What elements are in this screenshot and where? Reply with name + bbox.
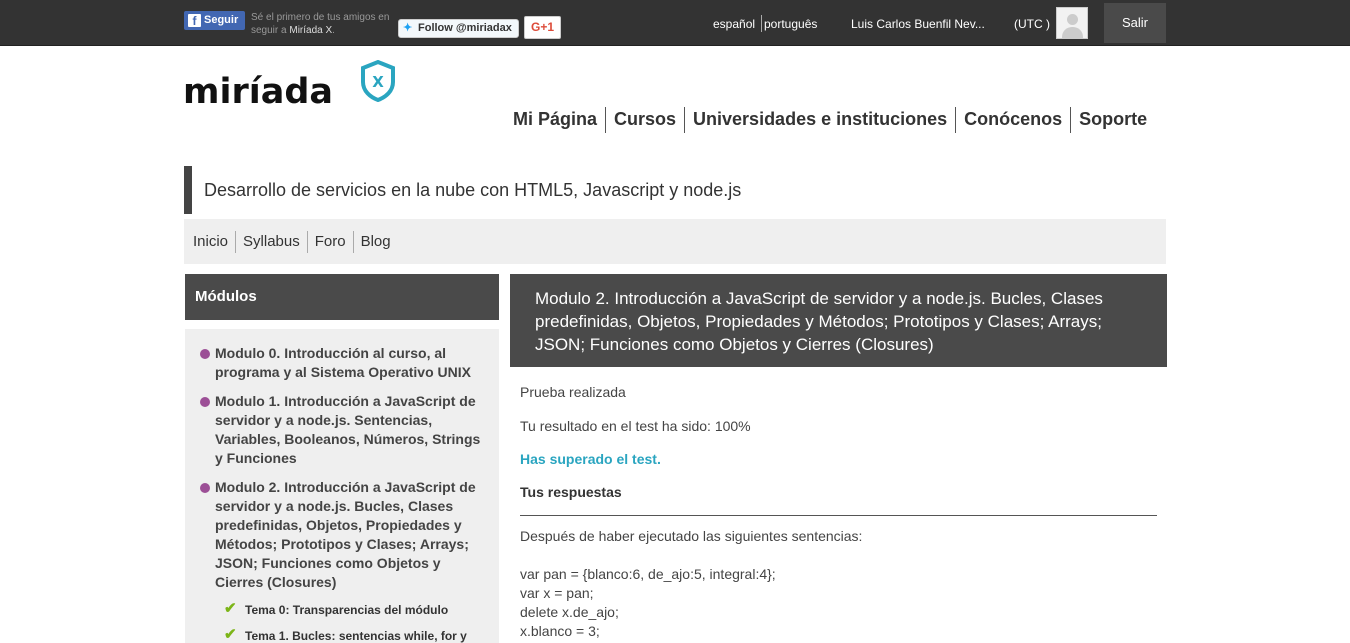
timezone-label: (UTC ) (1014, 17, 1050, 31)
language-portuguese-link[interactable]: português (764, 17, 817, 31)
nav-cursos[interactable]: Cursos (605, 107, 684, 133)
tab-foro[interactable]: Foro (306, 230, 353, 253)
tab-blog[interactable]: Blog (352, 230, 398, 253)
code-line: var pan = {blanco:6, de_ajo:5, integral:… (520, 566, 776, 582)
code-line: delete x.de_ajo; (520, 604, 619, 620)
topic-label: Tema 1. Bucles: sentencias while, for y (245, 629, 467, 643)
module-bullet-icon (200, 483, 210, 493)
facebook-icon: f (188, 14, 201, 28)
facebook-follow-button[interactable]: f Seguir (184, 11, 245, 30)
twitter-bird-icon: ✦ (403, 22, 413, 34)
topic-label: Tema 0: Transparencias del módulo (245, 603, 449, 617)
logout-button[interactable]: Salir (1104, 3, 1166, 43)
twitter-follow-button[interactable]: ✦ Follow @miriadax (398, 19, 519, 38)
modules-sidebar: Modulo 0. Introducción al curso, al prog… (185, 329, 499, 643)
facebook-note: Sé el primero de tus amigos en seguir a … (251, 12, 390, 36)
twitter-follow-label: Follow @miriadax (418, 22, 512, 34)
answers-divider (520, 515, 1157, 516)
module-item[interactable]: Modulo 1. Introducción a JavaScript de s… (200, 392, 489, 468)
module-item[interactable]: Modulo 2. Introducción a JavaScript de s… (200, 478, 489, 592)
module-label: Modulo 1. Introducción a JavaScript de s… (215, 393, 481, 466)
module-bullet-icon (200, 349, 210, 359)
module-item[interactable]: Modulo 0. Introducción al curso, al prog… (200, 344, 489, 382)
language-spanish-link[interactable]: español (713, 17, 755, 31)
test-passed-message: Has superado el test. (520, 451, 661, 467)
course-title: Desarrollo de servicios en la nube con H… (184, 166, 1166, 214)
main-navigation: Mi Página Cursos Universidades e institu… (505, 107, 1155, 133)
topic-item[interactable]: ✔ Tema 0: Transparencias del módulo (200, 600, 489, 618)
nav-universidades[interactable]: Universidades e instituciones (684, 107, 955, 133)
topic-item[interactable]: ✔ Tema 1. Bucles: sentencias while, for … (200, 626, 489, 643)
avatar-head-shape (1067, 14, 1078, 25)
answers-heading: Tus respuestas (520, 484, 622, 500)
checkmark-icon: ✔ (224, 600, 237, 617)
nav-soporte[interactable]: Soporte (1070, 107, 1155, 133)
code-line: var x = pan; (520, 585, 594, 601)
module-bullet-icon (200, 397, 210, 407)
module-label: Modulo 2. Introducción a JavaScript de s… (215, 479, 476, 590)
miriada-x-shield-icon[interactable]: X (360, 60, 396, 102)
module-label: Modulo 0. Introducción al curso, al prog… (215, 345, 471, 380)
facebook-follow-label: Seguir (204, 14, 239, 26)
user-avatar[interactable] (1056, 7, 1088, 39)
avatar-body-shape (1062, 27, 1083, 38)
top-bar: f Seguir Sé el primero de tus amigos en … (0, 0, 1350, 46)
modules-sidebar-title: Módulos (185, 274, 499, 320)
nav-conocenos[interactable]: Conócenos (955, 107, 1070, 133)
google-plus-button[interactable]: G+1 (524, 16, 561, 39)
nav-mi-pagina[interactable]: Mi Página (505, 107, 605, 133)
test-score: Tu resultado en el test ha sido: 100% (520, 418, 751, 434)
test-status: Prueba realizada (520, 384, 626, 400)
code-line: x.blanco = 3; (520, 623, 600, 639)
code-block: var pan = {blanco:6, de_ajo:5, integral:… (520, 565, 776, 641)
miriada-logo[interactable]: miríada (183, 72, 333, 112)
checkmark-icon: ✔ (224, 626, 237, 643)
user-name-link[interactable]: Luis Carlos Buenfil Nev... (851, 17, 985, 31)
course-navigation: Inicio Syllabus Foro Blog (184, 219, 1166, 264)
module-heading: Modulo 2. Introducción a JavaScript de s… (510, 274, 1167, 367)
facebook-note-brand[interactable]: Miríada X (289, 25, 332, 36)
logo-badge-text: X (372, 73, 384, 91)
tab-syllabus[interactable]: Syllabus (235, 230, 307, 253)
tab-inicio[interactable]: Inicio (186, 231, 235, 253)
question-intro: Después de haber ejecutado las siguiente… (520, 528, 863, 544)
language-divider (761, 15, 762, 32)
